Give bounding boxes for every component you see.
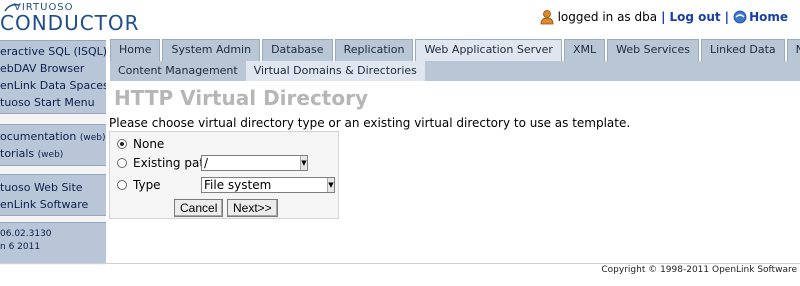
sidebar: eractive SQL (ISQL) ebDAV Browser enLink…	[0, 40, 106, 265]
tab-web-services[interactable]: Web Services	[607, 39, 699, 61]
tab-linked-data[interactable]: Linked Data	[700, 39, 785, 61]
tab-nntp[interactable]: NNTP	[786, 39, 800, 61]
sidebar-item-tutorials[interactable]: torials (web)	[0, 145, 106, 162]
web-tag: (web)	[79, 133, 106, 143]
sub-tabs: Content Management Virtual Domains & Dir…	[110, 61, 800, 81]
sidebar-group-docs: ocumentation (web) torials (web)	[0, 124, 106, 166]
home-icon	[733, 10, 747, 24]
instruction-text: Please choose virtual directory type or …	[109, 116, 631, 130]
user-bar: logged in as dba | Log out | Home	[539, 9, 788, 25]
separator: |	[661, 10, 666, 24]
option-type-radio[interactable]	[117, 180, 127, 190]
sidebar-item-label: ocumentation	[0, 130, 77, 143]
logo-main-text: CONDUCTOR	[0, 11, 140, 35]
build-date: n 6 2011	[0, 242, 41, 252]
option-type-row: Type	[117, 177, 161, 193]
home-link[interactable]: Home	[749, 10, 788, 24]
sidebar-group-version: 06.02.3130 n 6 2011	[0, 222, 106, 264]
page-title: HTTP Virtual Directory	[114, 86, 369, 110]
dropdown-arrow-icon: ▼	[327, 178, 334, 192]
sidebar-item-virtuoso-web-site[interactable]: tuoso Web Site	[0, 179, 106, 196]
separator: |	[724, 10, 730, 24]
copyright-footer: Copyright © 1998-2011 OpenLink Software	[601, 265, 797, 275]
tab-xml[interactable]: XML	[563, 39, 606, 61]
user-icon	[540, 10, 553, 25]
dropdown-arrow-icon: ▼	[300, 156, 307, 170]
tab-database[interactable]: Database	[262, 39, 333, 61]
existing-path-value: /	[204, 156, 209, 170]
header: VIRTUOSO CONDUCTOR logged in as dba | Lo…	[0, 0, 800, 36]
sidebar-group-tools: eractive SQL (ISQL) ebDAV Browser enLink…	[0, 40, 106, 114]
tab-system-admin[interactable]: System Admin	[162, 39, 261, 61]
option-none-row: None	[117, 136, 164, 152]
sidebar-item-openlink-software[interactable]: enLink Software	[0, 196, 106, 213]
option-existing-label: Existing path	[133, 156, 212, 170]
tab-replication[interactable]: Replication	[334, 39, 414, 61]
sidebar-item-virtuoso-start-menu[interactable]: tuoso Start Menu	[0, 94, 106, 111]
option-none-label: None	[133, 137, 165, 151]
tab-home[interactable]: Home	[110, 39, 161, 61]
main-tabs: Home System Admin Database Replication W…	[110, 39, 800, 61]
type-value: File system	[204, 178, 272, 192]
virtuoso-conductor-logo[interactable]: VIRTUOSO CONDUCTOR	[0, 2, 150, 35]
logout-link[interactable]: Log out	[669, 10, 720, 24]
logged-in-text: logged in as dba	[557, 10, 658, 24]
sidebar-item-documentation[interactable]: ocumentation (web)	[0, 128, 106, 145]
option-none-radio[interactable]	[117, 139, 127, 149]
web-tag: (web)	[37, 150, 64, 160]
sidebar-item-label: torials	[0, 147, 35, 160]
footer-divider	[0, 263, 800, 264]
sidebar-group-links: tuoso Web Site enLink Software	[0, 174, 106, 216]
existing-path-select[interactable]: / ▼	[201, 155, 308, 171]
sidebar-item-openlink-data-spaces[interactable]: enLink Data Spaces	[0, 77, 106, 94]
sidebar-item-webdav-browser[interactable]: ebDAV Browser	[0, 60, 106, 77]
subtab-content-management[interactable]: Content Management	[110, 61, 246, 81]
next-button[interactable]: Next>>	[227, 199, 278, 217]
sidebar-item-isql[interactable]: eractive SQL (ISQL)	[0, 43, 106, 60]
type-select[interactable]: File system ▼	[201, 177, 335, 193]
option-existing-row: Existing path	[117, 155, 212, 171]
option-existing-radio[interactable]	[117, 158, 127, 168]
version-number: 06.02.3130	[0, 229, 52, 239]
template-choice-form: None Existing path / ▼ Type File system …	[109, 131, 339, 219]
option-type-label: Type	[133, 178, 161, 192]
cancel-button[interactable]: Cancel	[174, 199, 224, 217]
tab-web-application-server[interactable]: Web Application Server	[415, 39, 562, 61]
subtab-virtual-domains-directories[interactable]: Virtual Domains & Directories	[245, 61, 425, 81]
